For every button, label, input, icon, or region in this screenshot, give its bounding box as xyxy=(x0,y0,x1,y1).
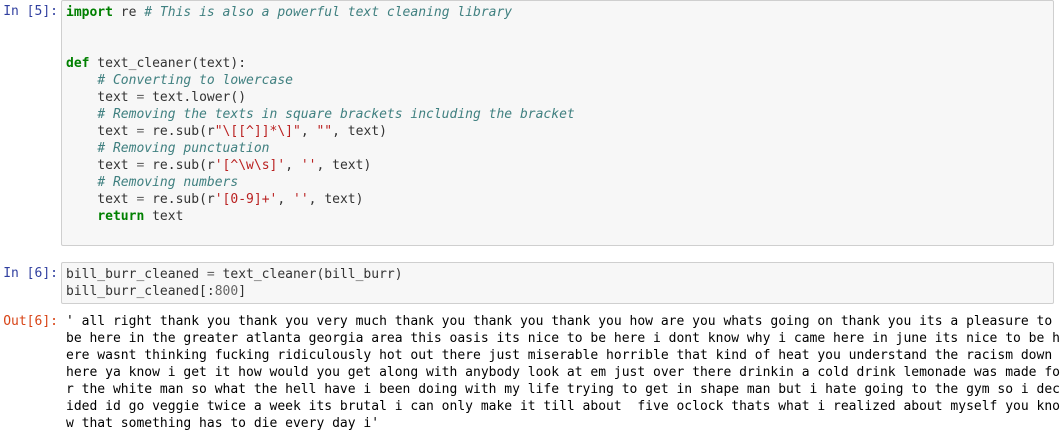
code-token: , text) xyxy=(308,192,364,207)
code-token: '[0-9]+' xyxy=(214,192,278,207)
code-line: text = re.sub(r'[^\w\s]', '', text) xyxy=(66,157,1053,174)
code-token: = xyxy=(206,267,215,282)
code-line: def text_cleaner(text): xyxy=(66,55,1053,72)
output-line: r the white man so what the hell have i … xyxy=(66,382,1060,397)
output-area-6: ' all right thank you thank you very muc… xyxy=(66,313,1060,432)
code-token: return xyxy=(97,209,145,224)
code-token: , text) xyxy=(316,158,372,173)
code-token: text xyxy=(66,90,137,105)
output-line: w that something has to die every day i' xyxy=(66,416,380,431)
code-editor-6[interactable]: bill_burr_cleaned = text_cleaner(bill_bu… xyxy=(62,263,1053,300)
code-token: , text) xyxy=(332,124,387,139)
code-editor-5[interactable]: import re # This is also a powerful text… xyxy=(62,1,1053,259)
code-token: # Removing numbers xyxy=(97,175,239,190)
code-token: text xyxy=(66,192,137,207)
code-token: # Converting to lowercase xyxy=(97,73,293,88)
code-token: '' xyxy=(293,192,309,207)
code-token: def xyxy=(66,56,90,71)
code-token: import xyxy=(66,5,113,20)
code-token: text.lower() xyxy=(144,90,247,105)
code-token: # This is also a powerful text cleaning … xyxy=(144,5,513,20)
output-line: be here in the greater atlanta georgia a… xyxy=(66,331,1060,346)
code-line: import re # This is also a powerful text… xyxy=(66,4,1053,21)
code-cell-6[interactable]: bill_burr_cleaned = text_cleaner(bill_bu… xyxy=(61,262,1054,304)
code-token: re.sub(r xyxy=(144,192,215,207)
code-line: return text xyxy=(66,208,1053,225)
code-line: # Removing numbers xyxy=(66,174,1053,191)
output-line: ere wasnt thinking fucking ridiculously … xyxy=(66,348,1053,363)
code-line: text = re.sub(r'[0-9]+', '', text) xyxy=(66,191,1053,208)
code-token: 800 xyxy=(214,284,239,299)
code-token: ] xyxy=(238,284,247,299)
code-token: text_cleaner(bill_burr) xyxy=(214,267,403,282)
code-token: '' xyxy=(300,158,317,173)
code-token: re xyxy=(112,5,145,20)
code-cell-5[interactable]: import re # This is also a powerful text… xyxy=(61,0,1054,246)
code-line: # Converting to lowercase xyxy=(66,72,1053,89)
input-prompt-6: In [6]: xyxy=(3,266,58,281)
output-line: ided id go veggie twice a week its bruta… xyxy=(66,399,1060,414)
input-prompt-5: In [5]: xyxy=(3,4,58,19)
code-line: text = text.lower() xyxy=(66,89,1053,106)
code-line: bill_burr_cleaned = text_cleaner(bill_bu… xyxy=(66,266,1053,283)
code-token: # Removing the texts in square brackets … xyxy=(97,107,575,122)
code-line: bill_burr_cleaned[:800] xyxy=(66,283,1053,300)
code-token: , xyxy=(285,158,301,173)
output-line: here ya know i get it how would you get … xyxy=(66,365,1060,380)
code-token: bill_burr_cleaned[: xyxy=(66,284,215,299)
code-token: re.sub(r xyxy=(144,158,215,173)
output-prompt-6: Out[6]: xyxy=(3,314,58,329)
code-token: bill_burr_cleaned xyxy=(66,267,207,282)
code-token: , xyxy=(277,192,294,207)
code-token: , xyxy=(300,124,317,139)
code-token: "" xyxy=(316,124,333,139)
code-token: text xyxy=(66,158,137,173)
code-token: text xyxy=(66,124,137,139)
code-line: # Removing the texts in square brackets … xyxy=(66,106,1053,123)
code-line: # Removing punctuation xyxy=(66,140,1053,157)
code-token: # Removing punctuation xyxy=(97,141,270,156)
code-line: text = re.sub(r"\[[^]]*\]", "", text) xyxy=(66,123,1053,140)
code-token: text xyxy=(144,209,184,224)
output-line: ' all right thank you thank you very muc… xyxy=(66,314,1053,329)
code-token: '[^\w\s]' xyxy=(214,158,286,173)
code-token: re.sub(r xyxy=(144,124,215,139)
code-token: text_cleaner(text): xyxy=(89,56,247,71)
code-token: "\[[^]]*\]" xyxy=(214,124,301,139)
